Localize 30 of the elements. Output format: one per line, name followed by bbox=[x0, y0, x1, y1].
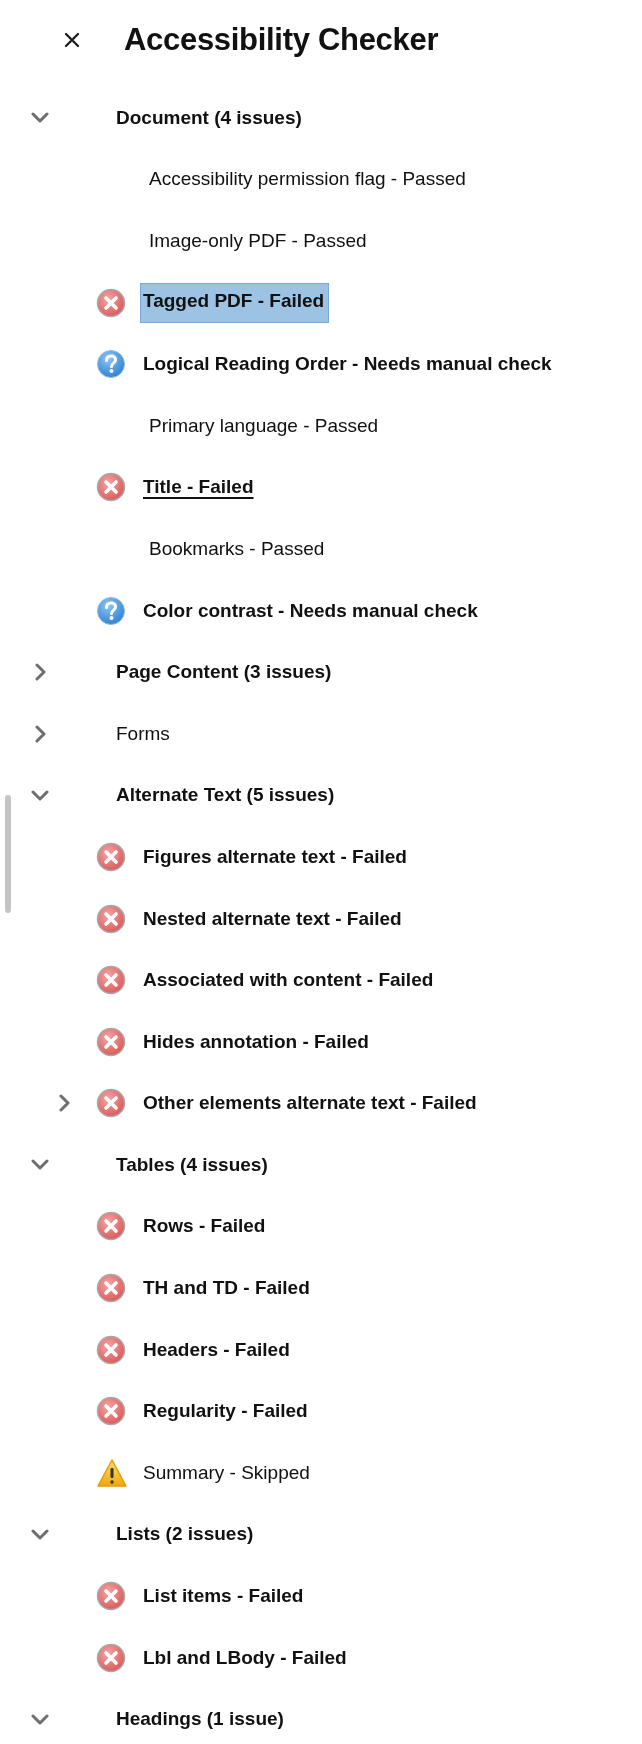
check-result-item[interactable]: Rows - Failed bbox=[140, 1211, 269, 1242]
check-result-item[interactable]: TH and TD - Failed bbox=[140, 1273, 313, 1304]
check-result-item[interactable]: Logical Reading Order - Needs manual check bbox=[140, 349, 555, 380]
check-result-item[interactable]: Color contrast - Needs manual check bbox=[140, 595, 481, 626]
category-label[interactable]: Page Content (3 issues) bbox=[116, 661, 332, 684]
check-result-item[interactable]: Regularity - Failed bbox=[140, 1396, 311, 1427]
check-result-item[interactable]: Title - Failed bbox=[140, 472, 257, 503]
panel-title: Accessibility Checker bbox=[124, 22, 439, 58]
check-result-item[interactable]: Nested alternate text - Failed bbox=[140, 903, 405, 934]
category-label[interactable]: Document (4 issues) bbox=[116, 106, 302, 129]
check-result-item[interactable]: Tagged PDF - Failed bbox=[140, 282, 330, 323]
check-result-item[interactable]: Headers - Failed bbox=[140, 1334, 293, 1365]
check-result-item[interactable]: Accessibility permission flag - Passed bbox=[146, 164, 469, 195]
check-result-item[interactable]: Figures alternate text - Failed bbox=[140, 841, 410, 872]
check-result-item[interactable]: Summary - Skipped bbox=[140, 1457, 313, 1488]
check-result-item[interactable]: Hides annotation - Failed bbox=[140, 1026, 372, 1057]
check-result-item[interactable]: Primary language - Passed bbox=[146, 410, 382, 441]
check-result-item[interactable]: Image-only PDF - Passed bbox=[146, 226, 370, 256]
category-label[interactable]: Tables (4 issues) bbox=[116, 1153, 268, 1176]
check-result-item[interactable]: Lbl and LBody - Failed bbox=[140, 1642, 350, 1673]
check-result-item[interactable]: Other elements alternate text - Failed bbox=[140, 1088, 480, 1119]
close-icon bbox=[64, 32, 80, 48]
category-label[interactable]: Headings (1 issue) bbox=[116, 1708, 284, 1731]
scrollbar[interactable] bbox=[5, 795, 11, 913]
category-label[interactable]: Alternate Text (5 issues) bbox=[116, 784, 335, 807]
check-result-item[interactable]: Bookmarks - Passed bbox=[146, 533, 328, 564]
check-result-item[interactable]: Associated with content - Failed bbox=[140, 965, 437, 996]
check-result-item[interactable]: List items - Failed bbox=[140, 1581, 307, 1612]
category-label[interactable]: Forms bbox=[116, 722, 170, 745]
category-label[interactable]: Lists (2 issues) bbox=[116, 1523, 254, 1546]
